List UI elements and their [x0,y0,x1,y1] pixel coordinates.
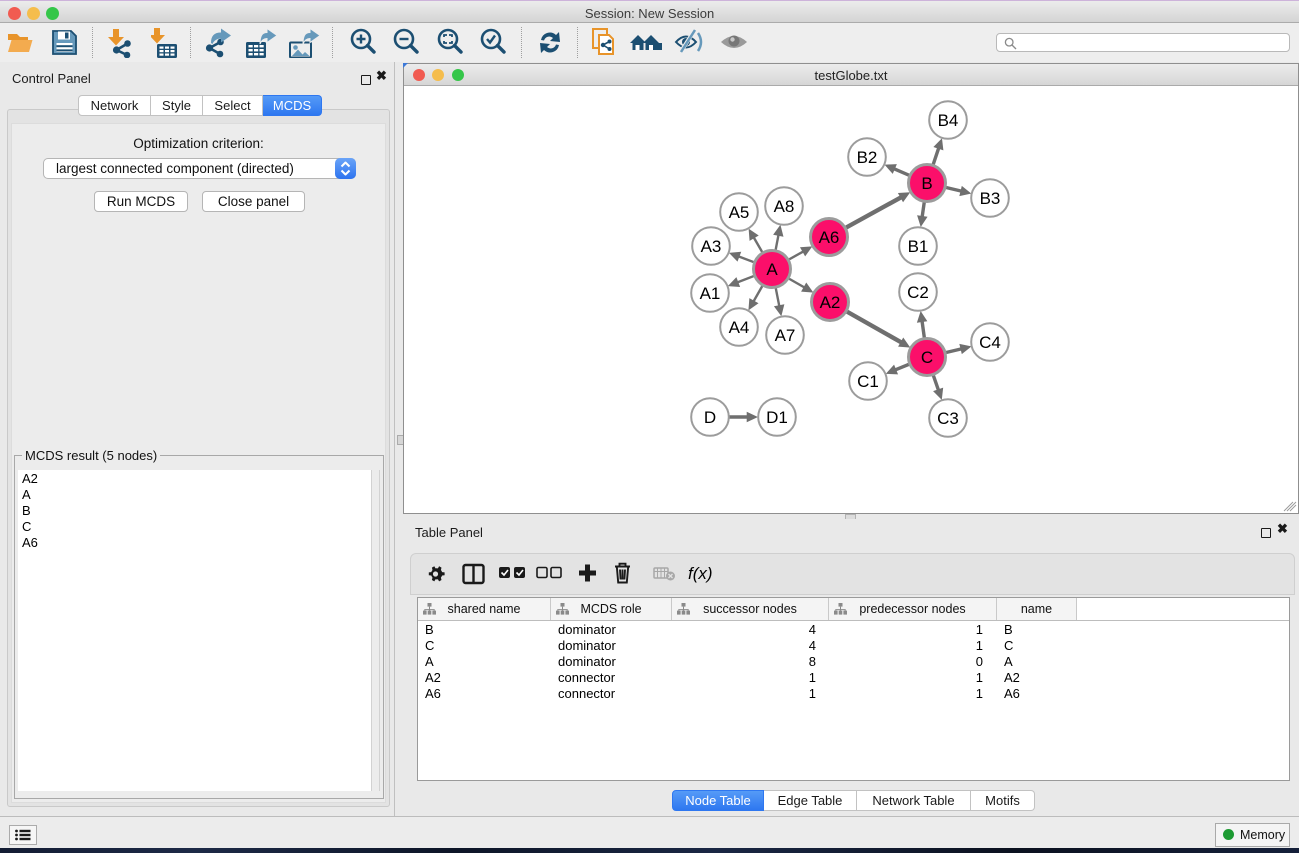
svg-text:A3: A3 [701,237,722,256]
svg-text:f(x): f(x) [688,564,713,583]
svg-text:C: C [921,348,933,367]
svg-text:C3: C3 [937,409,959,428]
svg-text:A7: A7 [775,326,796,345]
svg-text:A: A [766,260,778,279]
svg-text:A5: A5 [729,203,750,222]
svg-text:C1: C1 [857,372,879,391]
svg-text:A4: A4 [729,318,750,337]
svg-text:B2: B2 [857,148,878,167]
svg-text:A8: A8 [774,197,795,216]
svg-text:B1: B1 [908,237,929,256]
svg-text:D: D [704,408,716,427]
svg-text:A6: A6 [819,228,840,247]
svg-text:C2: C2 [907,283,929,302]
svg-text:D1: D1 [766,408,788,427]
svg-text:B4: B4 [938,111,959,130]
svg-text:A2: A2 [820,293,841,312]
svg-text:B: B [921,174,932,193]
svg-text:C4: C4 [979,333,1001,352]
svg-text:A1: A1 [700,284,721,303]
svg-text:B3: B3 [980,189,1001,208]
